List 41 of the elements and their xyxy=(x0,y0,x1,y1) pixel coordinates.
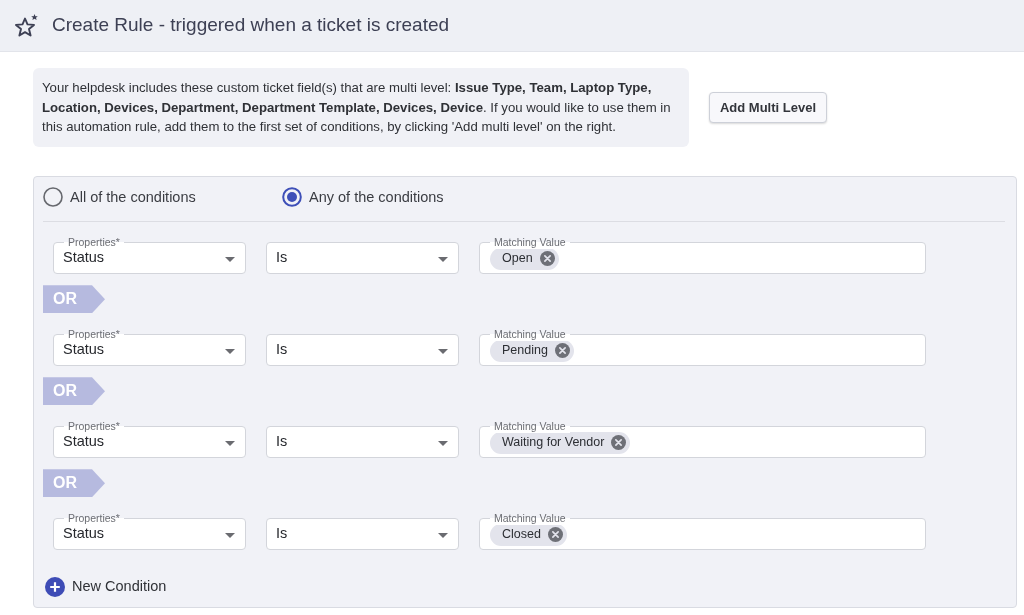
field-label: Properties* xyxy=(64,419,124,434)
page-title: Create Rule - triggered when a ticket is created xyxy=(52,14,450,37)
new-condition-button[interactable]: New Condition xyxy=(45,576,167,598)
caret-icon xyxy=(225,533,235,539)
field-label: Properties* xyxy=(64,235,124,250)
star-icon xyxy=(14,13,39,38)
add-multi-level-button[interactable]: Add Multi Level xyxy=(709,92,827,123)
field-label: Matching Value xyxy=(490,419,570,434)
value-chip[interactable]: Waiting for Vendor xyxy=(490,431,631,454)
field-label: Matching Value xyxy=(490,327,570,342)
or-connector: OR xyxy=(43,285,105,314)
radio-icon[interactable] xyxy=(282,187,302,208)
value-chip[interactable]: Closed xyxy=(490,523,567,546)
caret-icon xyxy=(438,257,448,263)
operator-select[interactable]: Is xyxy=(266,242,459,275)
caret-icon xyxy=(438,533,448,539)
operator-select[interactable]: Is xyxy=(266,334,459,367)
operator-select[interactable]: Is xyxy=(266,426,459,459)
caret-icon xyxy=(438,349,448,355)
close-icon[interactable] xyxy=(554,343,570,359)
field-label: Matching Value xyxy=(490,511,570,526)
operator-select[interactable]: Is xyxy=(266,518,459,551)
or-connector: OR xyxy=(43,377,105,406)
close-icon[interactable] xyxy=(611,435,627,451)
caret-icon xyxy=(438,441,448,447)
info-text: Your helpdesk includes these custom ticket field(s) that are multi level: Issue Type, Team, Laptop Type, Location, Devices, Department, Department Template, Devices, Device. If you would like to use them in this automation rule, add them to the first set of conditions, by clicking 'Add multi level' on the right. xyxy=(42,79,672,136)
radio-option[interactable]: All of the conditions xyxy=(43,186,282,209)
caret-icon xyxy=(225,349,235,355)
plus-icon xyxy=(45,577,65,598)
or-connector: OR xyxy=(43,469,105,498)
field-label: Matching Value xyxy=(490,235,570,250)
field-label: Properties* xyxy=(64,327,124,342)
field-label: Properties* xyxy=(64,511,124,526)
radio-icon[interactable] xyxy=(43,187,63,208)
close-icon[interactable] xyxy=(547,527,563,543)
caret-icon xyxy=(225,257,235,263)
radio-option[interactable]: Any of the conditions xyxy=(282,186,521,209)
close-icon[interactable] xyxy=(539,251,555,267)
value-chip[interactable]: Pending xyxy=(490,339,574,362)
caret-icon xyxy=(225,441,235,447)
value-chip[interactable]: Open xyxy=(490,247,559,270)
